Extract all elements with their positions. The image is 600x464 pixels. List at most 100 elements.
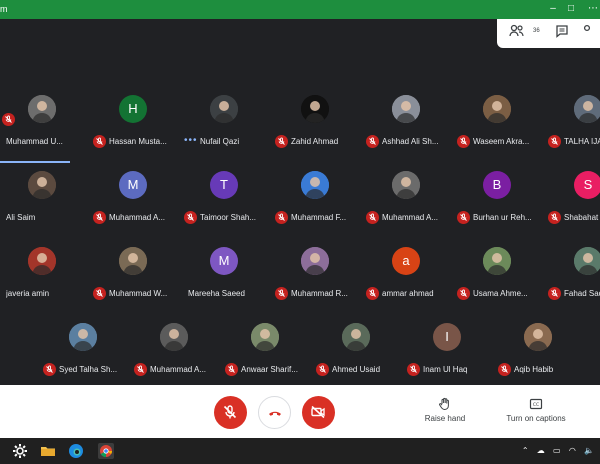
participant-tile[interactable]: Muhammad A...	[364, 165, 454, 237]
system-tray: ⌃ ☁ ▭ ◠ 🔈	[522, 446, 594, 455]
participant-avatar: H	[119, 95, 147, 123]
participant-name: Inam Ul Haq	[423, 365, 468, 374]
participant-name: Muhammad F...	[291, 213, 347, 222]
chevron-up-icon[interactable]: ⌃	[522, 446, 529, 455]
wifi-icon[interactable]: ◠	[569, 446, 576, 455]
participant-tile[interactable]	[0, 67, 90, 139]
participant-tile[interactable]: Fahad Sadiq	[546, 241, 600, 313]
participant-avatar: a	[392, 247, 420, 275]
participant-tile[interactable]: M Mareeha Saeed	[182, 241, 272, 313]
participant-avatar	[392, 95, 420, 123]
participant-tile[interactable]: S Shabahat Ha...	[546, 165, 600, 237]
participant-tile[interactable]: Aqib Habib	[496, 317, 586, 385]
participant-tile[interactable]: I Inam Ul Haq	[405, 317, 495, 385]
participant-tile[interactable]: Muhammad A...	[132, 317, 222, 385]
participant-tile[interactable]: a ammar ahmad	[364, 241, 454, 313]
hand-icon	[439, 397, 449, 411]
participant-tile[interactable]: javeria amin	[0, 241, 90, 313]
volume-icon[interactable]: 🔈	[584, 446, 594, 455]
participant-avatar	[574, 247, 600, 275]
shapes-icon	[583, 24, 591, 32]
participant-name: Waseem Akra...	[473, 137, 530, 146]
participant-avatar	[392, 171, 420, 199]
camera-toggle-button[interactable]	[302, 396, 335, 429]
participant-name: Burhan ur Reh...	[473, 213, 532, 222]
participant-tile[interactable]: ••• Nufail Qazi	[182, 89, 272, 161]
participant-avatar: T	[210, 171, 238, 199]
participant-name: Nufail Qazi	[200, 137, 240, 146]
participant-avatar	[301, 95, 329, 123]
participant-tile[interactable]: Ahmed Usaid	[314, 317, 404, 385]
minimize-icon[interactable]: –	[546, 2, 560, 16]
participant-avatar: M	[210, 247, 238, 275]
active-speaker-indicator	[0, 161, 70, 163]
participant-tile[interactable]: Anwaar Sharif...	[223, 317, 313, 385]
settings-gear-icon[interactable]	[12, 443, 28, 459]
mic-muted-icon	[93, 287, 106, 300]
captions-button[interactable]: CC Turn on captions	[500, 397, 572, 423]
participant-tile[interactable]: eed	[0, 317, 40, 385]
participant-name: Muhammad W...	[109, 289, 168, 298]
participant-name: Taimoor Shah...	[200, 213, 257, 222]
participant-tile[interactable]: H Hassan Musta...	[91, 89, 181, 161]
participant-tile[interactable]: Muhammad F...	[273, 165, 363, 237]
participant-tile[interactable]: Muhammad R...	[273, 241, 363, 313]
participant-avatar	[69, 323, 97, 351]
participants-count: 36	[533, 28, 540, 34]
participant-tile[interactable]: T Taimoor Shah...	[182, 165, 272, 237]
mic-muted-icon	[366, 287, 379, 300]
participant-avatar	[210, 95, 238, 123]
participant-name: Ali Saim	[6, 213, 36, 222]
captions-icon: CC	[529, 398, 543, 410]
participant-tile[interactable]: M Muhammad A...	[91, 165, 181, 237]
participant-avatar	[301, 171, 329, 199]
mic-muted-icon	[93, 135, 106, 148]
participant-name: Aqib Habib	[514, 365, 554, 374]
participant-name: Muhammad R...	[291, 289, 348, 298]
chat-icon	[556, 25, 568, 38]
participant-avatar: B	[483, 171, 511, 199]
participant-tile[interactable]: Syed Talha Sh...	[41, 317, 131, 385]
participant-tile[interactable]: Usama Ahme...	[455, 241, 545, 313]
participant-name: Anwaar Sharif...	[241, 365, 298, 374]
participant-name: eed	[0, 365, 26, 374]
raise-hand-button[interactable]: Raise hand	[420, 397, 470, 423]
chrome-browser-icon[interactable]	[98, 443, 114, 459]
participants-button[interactable]: 36	[509, 24, 540, 44]
participant-tile[interactable]: Ashhad Ali Sh...	[364, 89, 454, 161]
participant-tile[interactable]: Muhammad W...	[91, 241, 181, 313]
file-explorer-icon[interactable]	[40, 443, 56, 459]
mic-muted-icon	[184, 211, 197, 224]
cloud-icon[interactable]: ☁	[537, 446, 545, 455]
battery-icon[interactable]: ▭	[553, 446, 561, 455]
people-icon	[509, 24, 524, 37]
edge-browser-icon[interactable]	[68, 443, 84, 459]
more-icon[interactable]: ⋯	[586, 2, 600, 16]
activities-button[interactable]	[583, 24, 600, 44]
restore-icon[interactable]: □	[564, 2, 578, 16]
os-taskbar: ⌃ ☁ ▭ ◠ 🔈	[0, 438, 600, 464]
captions-label: Turn on captions	[506, 414, 566, 423]
chat-button[interactable]	[555, 24, 577, 44]
mic-muted-icon	[407, 363, 420, 376]
header-action-panel: 36	[497, 19, 600, 48]
leave-call-button[interactable]	[258, 396, 291, 429]
participant-tile[interactable]: Ali Saim	[0, 165, 90, 237]
participant-avatar	[160, 323, 188, 351]
window-titlebar: m – □ ⋯	[0, 0, 600, 19]
call-controls-bar: Raise hand CC Turn on captions	[0, 385, 600, 438]
participant-tile[interactable]: Zahid Ahmad	[273, 89, 363, 161]
mic-muted-icon	[548, 287, 561, 300]
participants-grid: Muhammad U... H Hassan Musta... ••• Nufail Q…	[0, 67, 600, 385]
participant-name: Hassan Musta...	[109, 137, 167, 146]
participant-avatar	[301, 247, 329, 275]
mic-muted-icon	[275, 287, 288, 300]
participant-tile[interactable]: B Burhan ur Reh...	[455, 165, 545, 237]
participant-name: Ahmed Usaid	[332, 365, 381, 374]
microphone-toggle-button[interactable]	[214, 396, 247, 429]
participant-tile[interactable]: TALHA IJAZ	[546, 89, 600, 161]
participant-tile[interactable]: Waseem Akra...	[455, 89, 545, 161]
camera-off-icon	[311, 405, 325, 419]
participant-name: javeria amin	[6, 289, 50, 298]
meeting-header: 36	[0, 19, 600, 67]
